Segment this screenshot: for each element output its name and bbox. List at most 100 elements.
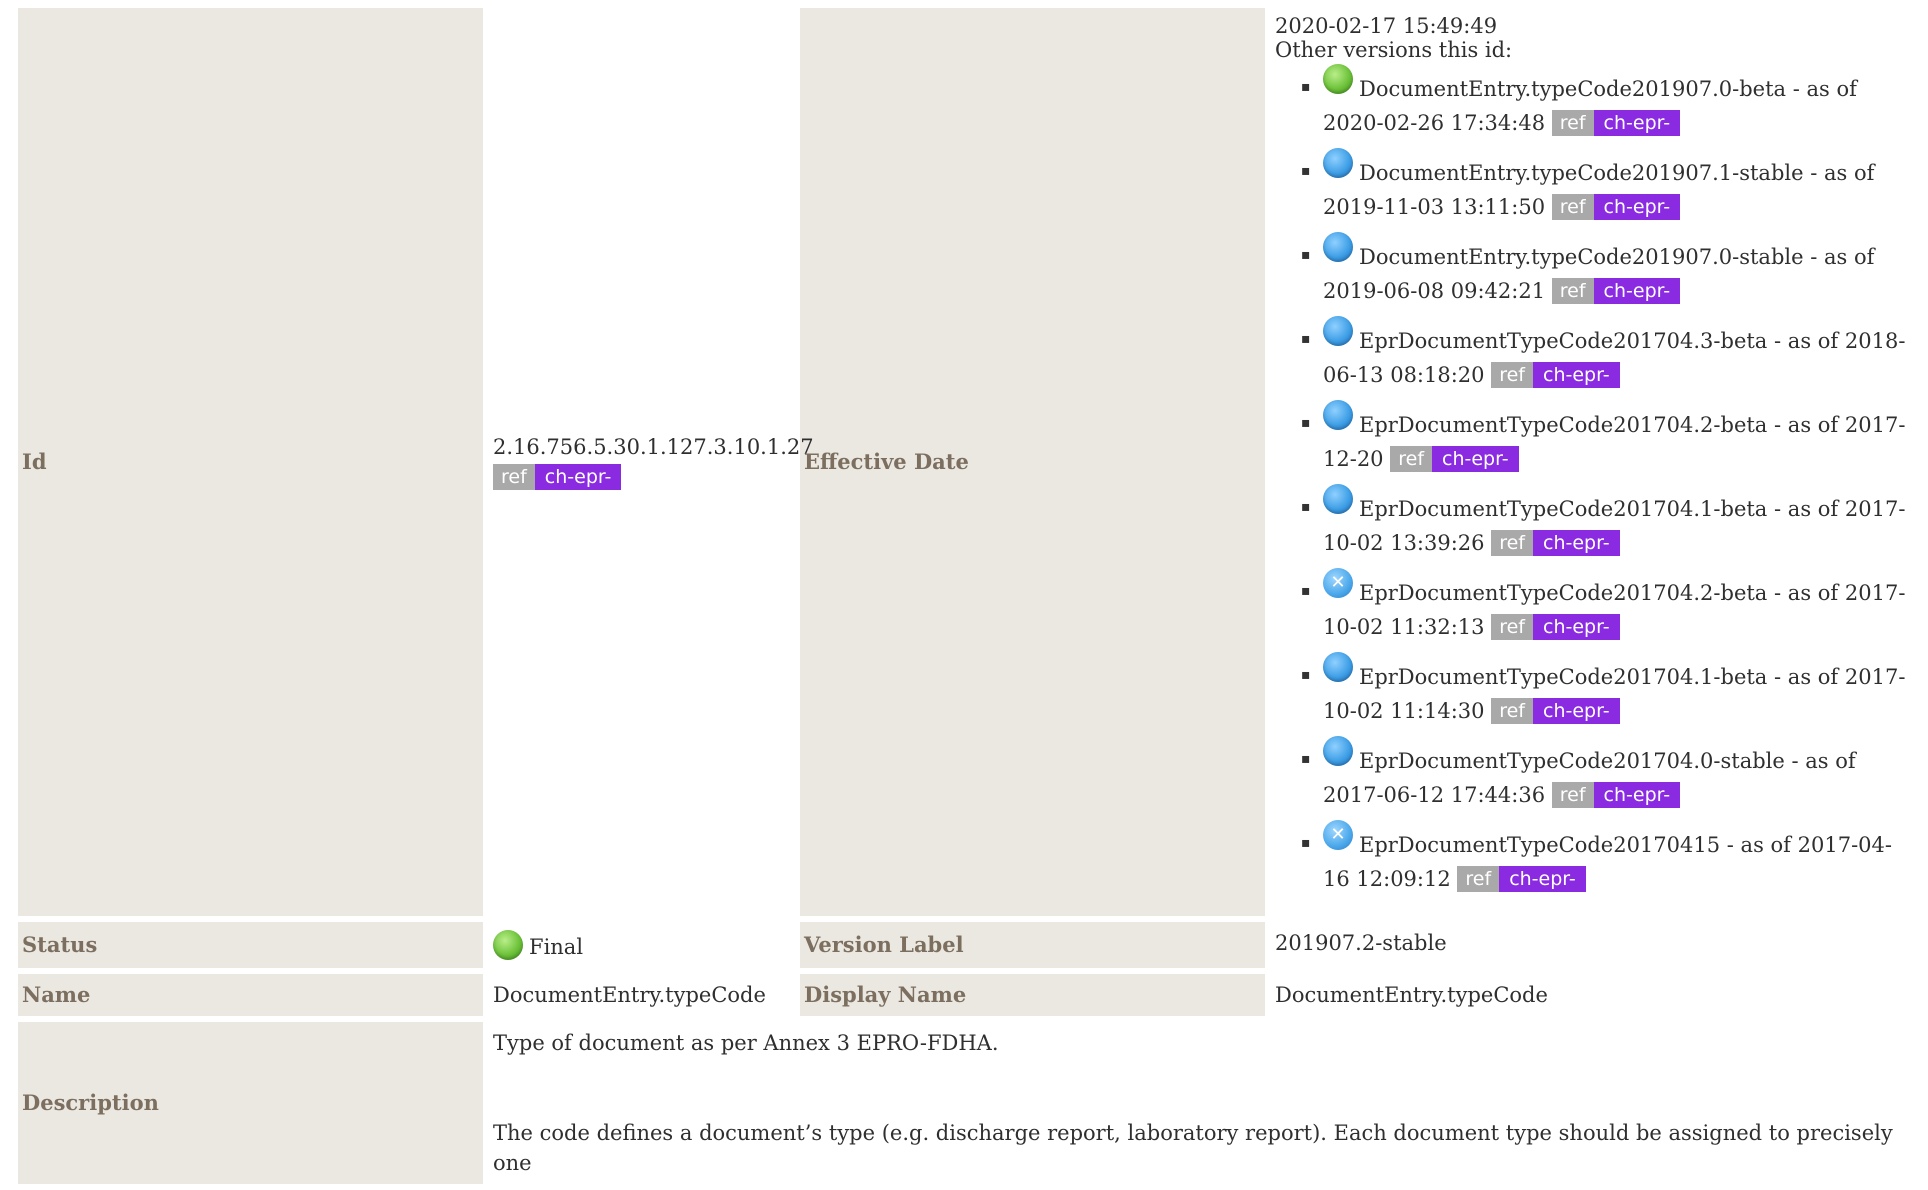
version-item: DocumentEntry.typeCode201907.1-stable - …	[1301, 148, 1912, 224]
status-cancelled-icon	[1323, 568, 1353, 598]
status-green-icon	[1323, 64, 1353, 94]
version-name[interactable]: EprDocumentTypeCode201704.0-stable	[1359, 749, 1785, 773]
version-name[interactable]: DocumentEntry.typeCode201907.0-beta	[1359, 77, 1786, 101]
ref-tag: ref	[1491, 529, 1533, 556]
version-name[interactable]: EprDocumentTypeCode201704.1-beta	[1359, 497, 1767, 521]
status-blue-icon	[1323, 400, 1353, 430]
version-ref-badge[interactable]: ref ch-epr-	[1551, 781, 1681, 808]
row-id-effective-date: Id 2.16.756.5.30.1.127.3.10.1.27 ref ch-e…	[18, 8, 1916, 916]
version-name[interactable]: EprDocumentTypeCode201704.2-beta	[1359, 581, 1767, 605]
project-tag: ch-epr-	[1533, 361, 1620, 388]
version-name[interactable]: DocumentEntry.typeCode201907.0-stable	[1359, 245, 1804, 269]
project-tag: ch-epr-	[1533, 529, 1620, 556]
version-item: DocumentEntry.typeCode201907.0-beta - as…	[1301, 64, 1912, 140]
version-as-of: as of	[1787, 665, 1839, 689]
version-ref-badge[interactable]: ref ch-epr-	[1551, 193, 1681, 220]
status-cancelled-icon	[1323, 820, 1353, 850]
version-date: 2019-06-08 09:42:21	[1323, 279, 1546, 303]
ref-tag: ref	[493, 463, 535, 490]
name-value: DocumentEntry.typeCode	[493, 983, 766, 1007]
version-item: EprDocumentTypeCode201704.1-beta - as of…	[1301, 484, 1912, 560]
project-tag: ch-epr-	[1533, 697, 1620, 724]
project-tag: ch-epr-	[1593, 193, 1681, 220]
version-ref-badge[interactable]: ref ch-epr-	[1491, 529, 1620, 556]
version-item: EprDocumentTypeCode201704.1-beta - as of…	[1301, 652, 1912, 728]
status-value: Final	[529, 935, 584, 959]
version-name[interactable]: EprDocumentTypeCode201704.2-beta	[1359, 413, 1767, 437]
version-as-of: as of	[1787, 581, 1839, 605]
version-date: 2019-11-03 13:11:50	[1323, 195, 1546, 219]
status-cell: Final	[489, 922, 794, 968]
version-ref-badge[interactable]: ref ch-epr-	[1390, 445, 1519, 472]
version-ref-badge[interactable]: ref ch-epr-	[1551, 277, 1681, 304]
project-tag: ch-epr-	[1533, 613, 1620, 640]
version-as-of: as of	[1823, 245, 1875, 269]
id-cell: 2.16.756.5.30.1.127.3.10.1.27 ref ch-epr-	[489, 8, 814, 916]
ref-tag: ref	[1491, 361, 1533, 388]
ref-tag: ref	[1457, 865, 1500, 892]
ref-tag: ref	[1551, 193, 1594, 220]
effective-date-value: 2020-02-17 15:49:49	[1275, 14, 1498, 38]
version-ref-badge[interactable]: ref ch-epr-	[1551, 109, 1681, 136]
version-as-of: as of	[1787, 329, 1839, 353]
version-date: 2020-02-26 17:34:48	[1323, 111, 1546, 135]
description-label: Description	[18, 1022, 483, 1184]
version-ref-badge[interactable]: ref ch-epr-	[1491, 697, 1620, 724]
version-name[interactable]: EprDocumentTypeCode201704.3-beta	[1359, 329, 1767, 353]
version-ref-badge[interactable]: ref ch-epr-	[1491, 613, 1620, 640]
effective-date-cell: 2020-02-17 15:49:49 Other versions this …	[1271, 8, 1916, 916]
version-item: EprDocumentTypeCode201704.2-beta - as of…	[1301, 400, 1912, 476]
version-as-of: as of	[1806, 77, 1857, 101]
project-tag: ch-epr-	[534, 463, 622, 490]
status-blue-icon	[1323, 316, 1353, 346]
ref-tag: ref	[1551, 781, 1594, 808]
status-blue-icon	[1323, 652, 1353, 682]
id-label: Id	[18, 8, 483, 916]
version-ref-badge[interactable]: ref ch-epr-	[1457, 865, 1586, 892]
other-versions-list: DocumentEntry.typeCode201907.0-beta - as…	[1275, 64, 1912, 896]
id-ref-badge[interactable]: ref ch-epr-	[493, 463, 622, 490]
version-date: 2017-06-12 17:44:36	[1323, 783, 1546, 807]
status-label: Status	[18, 922, 483, 968]
version-name[interactable]: EprDocumentTypeCode201704.1-beta	[1359, 665, 1767, 689]
version-name[interactable]: DocumentEntry.typeCode201907.1-stable	[1359, 161, 1804, 185]
project-tag: ch-epr-	[1593, 781, 1681, 808]
ref-tag: ref	[1390, 445, 1433, 472]
row-name-display-name: Name DocumentEntry.typeCode Display Name…	[18, 974, 1916, 1016]
version-label-label: Version Label	[800, 922, 1265, 968]
display-name-value: DocumentEntry.typeCode	[1275, 983, 1548, 1007]
ref-tag: ref	[1491, 697, 1533, 724]
version-as-of: as of	[1787, 413, 1839, 437]
project-tag: ch-epr-	[1593, 109, 1681, 136]
ref-tag: ref	[1551, 277, 1594, 304]
id-value: 2.16.756.5.30.1.127.3.10.1.27	[493, 435, 814, 459]
row-status-version: Status Final Version Label 201907.2-stab…	[18, 922, 1916, 968]
ref-tag: ref	[1551, 109, 1594, 136]
display-name-label: Display Name	[800, 974, 1265, 1016]
version-as-of: as of	[1740, 833, 1791, 857]
version-item: EprDocumentTypeCode201704.3-beta - as of…	[1301, 316, 1912, 392]
name-label: Name	[18, 974, 483, 1016]
valueset-metadata-table: Id 2.16.756.5.30.1.127.3.10.1.27 ref ch-e…	[12, 2, 1922, 1190]
ref-tag: ref	[1491, 613, 1533, 640]
status-blue-icon	[1323, 148, 1353, 178]
status-final-icon	[493, 930, 523, 960]
version-item: EprDocumentTypeCode201704.2-beta - as of…	[1301, 568, 1912, 644]
effective-date-label: Effective Date	[800, 8, 1265, 916]
version-item: EprDocumentTypeCode201704.0-stable - as …	[1301, 736, 1912, 812]
version-name[interactable]: EprDocumentTypeCode20170415	[1359, 833, 1720, 857]
version-item: EprDocumentTypeCode20170415 - as of 2017…	[1301, 820, 1912, 896]
version-ref-badge[interactable]: ref ch-epr-	[1491, 361, 1620, 388]
project-tag: ch-epr-	[1499, 865, 1586, 892]
status-blue-icon	[1323, 232, 1353, 262]
row-description: Description Type of document as per Anne…	[18, 1022, 1916, 1184]
description-paragraph-2: The code defines a document’s type (e.g.…	[493, 1121, 1893, 1175]
version-as-of: as of	[1805, 749, 1856, 773]
project-tag: ch-epr-	[1593, 277, 1681, 304]
version-item: DocumentEntry.typeCode201907.0-stable - …	[1301, 232, 1912, 308]
version-label-value: 201907.2-stable	[1275, 931, 1447, 955]
version-as-of: as of	[1787, 497, 1839, 521]
status-blue-icon	[1323, 484, 1353, 514]
other-versions-label: Other versions this id:	[1275, 38, 1513, 62]
status-blue-icon	[1323, 736, 1353, 766]
